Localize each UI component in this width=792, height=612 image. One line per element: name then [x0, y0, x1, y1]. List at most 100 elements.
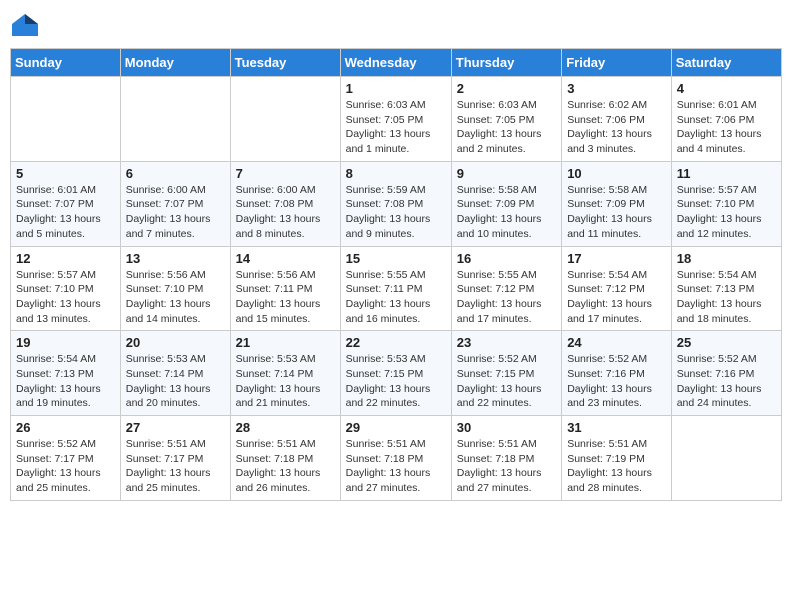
- day-number: 5: [16, 166, 115, 181]
- calendar-cell: 30 Sunrise: 5:51 AM Sunset: 7:18 PM Dayli…: [451, 416, 561, 501]
- calendar-cell: 29 Sunrise: 5:51 AM Sunset: 7:18 PM Dayli…: [340, 416, 451, 501]
- day-info: Sunrise: 5:52 AM Sunset: 7:16 PM Dayligh…: [567, 352, 666, 411]
- day-info: Sunrise: 6:03 AM Sunset: 7:05 PM Dayligh…: [457, 98, 556, 157]
- day-number: 23: [457, 335, 556, 350]
- calendar-cell: 24 Sunrise: 5:52 AM Sunset: 7:16 PM Dayli…: [562, 331, 672, 416]
- day-info: Sunrise: 5:51 AM Sunset: 7:18 PM Dayligh…: [457, 437, 556, 496]
- calendar-cell: 11 Sunrise: 5:57 AM Sunset: 7:10 PM Dayli…: [671, 161, 781, 246]
- day-info: Sunrise: 5:58 AM Sunset: 7:09 PM Dayligh…: [457, 183, 556, 242]
- calendar-cell: 2 Sunrise: 6:03 AM Sunset: 7:05 PM Daylig…: [451, 77, 561, 162]
- day-number: 1: [346, 81, 446, 96]
- calendar-cell: 13 Sunrise: 5:56 AM Sunset: 7:10 PM Dayli…: [120, 246, 230, 331]
- calendar-week-row: 1 Sunrise: 6:03 AM Sunset: 7:05 PM Daylig…: [11, 77, 782, 162]
- calendar-cell: 27 Sunrise: 5:51 AM Sunset: 7:17 PM Dayli…: [120, 416, 230, 501]
- day-info: Sunrise: 5:53 AM Sunset: 7:15 PM Dayligh…: [346, 352, 446, 411]
- day-number: 31: [567, 420, 666, 435]
- day-info: Sunrise: 5:52 AM Sunset: 7:15 PM Dayligh…: [457, 352, 556, 411]
- day-info: Sunrise: 5:51 AM Sunset: 7:18 PM Dayligh…: [346, 437, 446, 496]
- day-info: Sunrise: 5:58 AM Sunset: 7:09 PM Dayligh…: [567, 183, 666, 242]
- calendar-cell: 23 Sunrise: 5:52 AM Sunset: 7:15 PM Dayli…: [451, 331, 561, 416]
- day-info: Sunrise: 6:03 AM Sunset: 7:05 PM Dayligh…: [346, 98, 446, 157]
- day-number: 17: [567, 251, 666, 266]
- calendar-cell: 19 Sunrise: 5:54 AM Sunset: 7:13 PM Dayli…: [11, 331, 121, 416]
- weekday-header-monday: Monday: [120, 49, 230, 77]
- calendar-week-row: 5 Sunrise: 6:01 AM Sunset: 7:07 PM Daylig…: [11, 161, 782, 246]
- weekday-header-sunday: Sunday: [11, 49, 121, 77]
- day-info: Sunrise: 5:56 AM Sunset: 7:11 PM Dayligh…: [236, 268, 335, 327]
- day-number: 2: [457, 81, 556, 96]
- day-number: 25: [677, 335, 776, 350]
- calendar-cell: 15 Sunrise: 5:55 AM Sunset: 7:11 PM Dayli…: [340, 246, 451, 331]
- day-info: Sunrise: 5:51 AM Sunset: 7:19 PM Dayligh…: [567, 437, 666, 496]
- day-number: 28: [236, 420, 335, 435]
- day-number: 21: [236, 335, 335, 350]
- calendar-cell: 16Sunrise: 5:55 AM Sunset: 7:12 PM Dayli…: [451, 246, 561, 331]
- day-info: Sunrise: 5:53 AM Sunset: 7:14 PM Dayligh…: [236, 352, 335, 411]
- calendar-table: SundayMondayTuesdayWednesdayThursdayFrid…: [10, 48, 782, 501]
- day-number: 26: [16, 420, 115, 435]
- day-info: Sunrise: 5:59 AM Sunset: 7:08 PM Dayligh…: [346, 183, 446, 242]
- calendar-cell: 12 Sunrise: 5:57 AM Sunset: 7:10 PM Dayli…: [11, 246, 121, 331]
- day-number: 22: [346, 335, 446, 350]
- day-number: 4: [677, 81, 776, 96]
- calendar-cell: 3 Sunrise: 6:02 AM Sunset: 7:06 PM Daylig…: [562, 77, 672, 162]
- day-number: 18: [677, 251, 776, 266]
- day-info: Sunrise: 5:57 AM Sunset: 7:10 PM Dayligh…: [677, 183, 776, 242]
- day-info: Sunrise: 5:56 AM Sunset: 7:10 PM Dayligh…: [126, 268, 225, 327]
- day-number: 20: [126, 335, 225, 350]
- day-info: Sunrise: 6:01 AM Sunset: 7:07 PM Dayligh…: [16, 183, 115, 242]
- day-info: Sunrise: 5:54 AM Sunset: 7:12 PM Dayligh…: [567, 268, 666, 327]
- day-number: 11: [677, 166, 776, 181]
- day-number: 24: [567, 335, 666, 350]
- calendar-cell: 10 Sunrise: 5:58 AM Sunset: 7:09 PM Dayli…: [562, 161, 672, 246]
- day-number: 12: [16, 251, 115, 266]
- day-number: 15: [346, 251, 446, 266]
- page-header: [10, 10, 782, 40]
- day-number: 3: [567, 81, 666, 96]
- day-number: 6: [126, 166, 225, 181]
- weekday-header-saturday: Saturday: [671, 49, 781, 77]
- weekday-header-tuesday: Tuesday: [230, 49, 340, 77]
- calendar-cell: 1 Sunrise: 6:03 AM Sunset: 7:05 PM Daylig…: [340, 77, 451, 162]
- day-info: Sunrise: 5:51 AM Sunset: 7:18 PM Dayligh…: [236, 437, 335, 496]
- calendar-week-row: 19 Sunrise: 5:54 AM Sunset: 7:13 PM Dayli…: [11, 331, 782, 416]
- day-info: Sunrise: 5:53 AM Sunset: 7:14 PM Dayligh…: [126, 352, 225, 411]
- day-number: 14: [236, 251, 335, 266]
- calendar-cell: [11, 77, 121, 162]
- calendar-cell: 25 Sunrise: 5:52 AM Sunset: 7:16 PM Dayli…: [671, 331, 781, 416]
- calendar-cell: 17 Sunrise: 5:54 AM Sunset: 7:12 PM Dayli…: [562, 246, 672, 331]
- day-info: Sunrise: 5:57 AM Sunset: 7:10 PM Dayligh…: [16, 268, 115, 327]
- day-info: Sunrise: 5:54 AM Sunset: 7:13 PM Dayligh…: [16, 352, 115, 411]
- day-number: 7: [236, 166, 335, 181]
- day-number: 27: [126, 420, 225, 435]
- day-info: Sunrise: 5:51 AM Sunset: 7:17 PM Dayligh…: [126, 437, 225, 496]
- calendar-week-row: 12 Sunrise: 5:57 AM Sunset: 7:10 PM Dayli…: [11, 246, 782, 331]
- calendar-cell: [671, 416, 781, 501]
- day-number: 13: [126, 251, 225, 266]
- day-number: 8: [346, 166, 446, 181]
- day-number: 30: [457, 420, 556, 435]
- calendar-cell: 6 Sunrise: 6:00 AM Sunset: 7:07 PM Daylig…: [120, 161, 230, 246]
- day-info: Sunrise: 5:55 AM Sunset: 7:11 PM Dayligh…: [346, 268, 446, 327]
- calendar-cell: 18Sunrise: 5:54 AM Sunset: 7:13 PM Dayli…: [671, 246, 781, 331]
- day-number: 29: [346, 420, 446, 435]
- day-info: Sunrise: 5:52 AM Sunset: 7:16 PM Dayligh…: [677, 352, 776, 411]
- calendar-cell: 4Sunrise: 6:01 AM Sunset: 7:06 PM Daylig…: [671, 77, 781, 162]
- day-info: Sunrise: 6:02 AM Sunset: 7:06 PM Dayligh…: [567, 98, 666, 157]
- logo: [10, 10, 42, 40]
- calendar-cell: 14 Sunrise: 5:56 AM Sunset: 7:11 PM Dayli…: [230, 246, 340, 331]
- calendar-cell: 26Sunrise: 5:52 AM Sunset: 7:17 PM Dayli…: [11, 416, 121, 501]
- weekday-header-thursday: Thursday: [451, 49, 561, 77]
- calendar-cell: 8 Sunrise: 5:59 AM Sunset: 7:08 PM Daylig…: [340, 161, 451, 246]
- calendar-cell: 9Sunrise: 5:58 AM Sunset: 7:09 PM Daylig…: [451, 161, 561, 246]
- calendar-cell: 22 Sunrise: 5:53 AM Sunset: 7:15 PM Dayli…: [340, 331, 451, 416]
- day-number: 10: [567, 166, 666, 181]
- day-info: Sunrise: 6:00 AM Sunset: 7:07 PM Dayligh…: [126, 183, 225, 242]
- day-number: 19: [16, 335, 115, 350]
- calendar-week-row: 26Sunrise: 5:52 AM Sunset: 7:17 PM Dayli…: [11, 416, 782, 501]
- calendar-cell: 5 Sunrise: 6:01 AM Sunset: 7:07 PM Daylig…: [11, 161, 121, 246]
- calendar-cell: 28 Sunrise: 5:51 AM Sunset: 7:18 PM Dayli…: [230, 416, 340, 501]
- logo-icon: [10, 10, 40, 40]
- calendar-cell: 7Sunrise: 6:00 AM Sunset: 7:08 PM Daylig…: [230, 161, 340, 246]
- weekday-header-wednesday: Wednesday: [340, 49, 451, 77]
